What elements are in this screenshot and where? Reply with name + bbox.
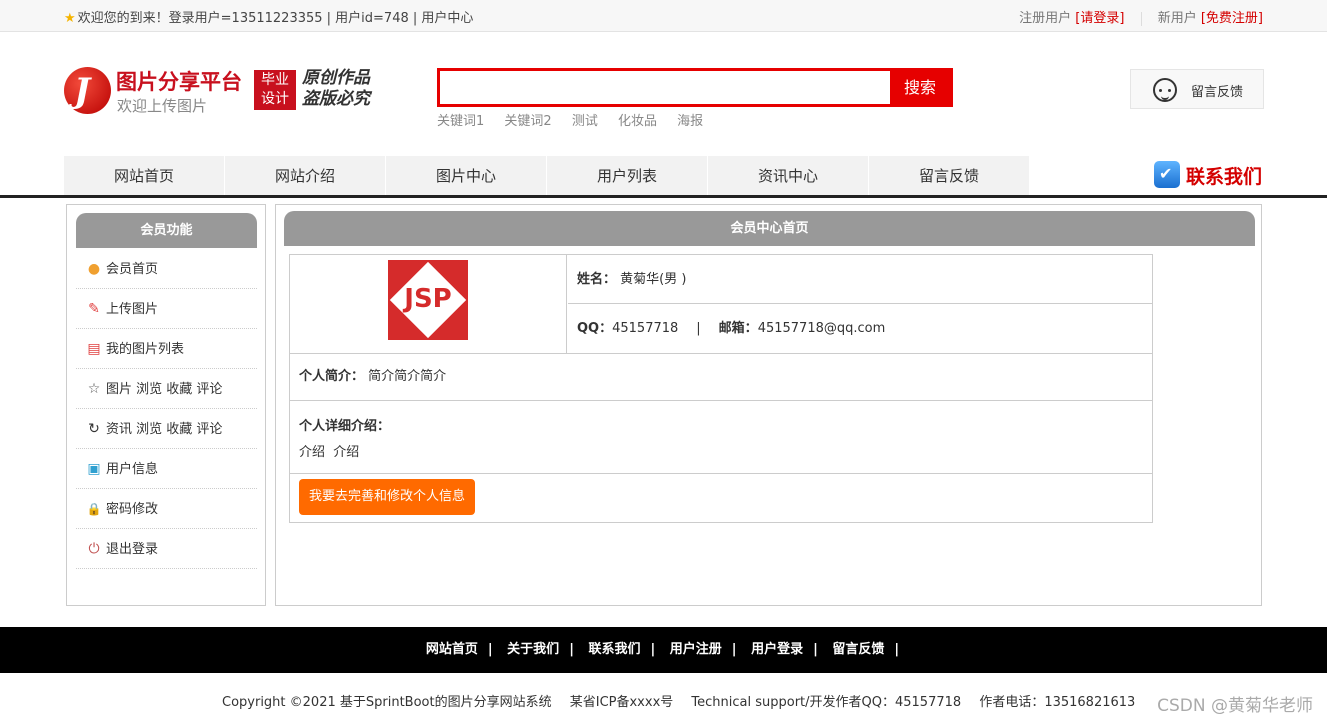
power-icon: ⏻ [88,541,100,557]
graduation-badge: 毕业 设计 [254,70,296,110]
profile-row-detail: 个人详细介绍： 介绍 介绍 [290,401,1152,474]
intro-value: 简介简介简介 [368,369,447,384]
logo-title: 图片分享平台 [116,70,242,94]
keyword-link[interactable]: 关键词2 [504,114,551,129]
nav-item-pictures[interactable]: 图片中心 [386,156,546,196]
detail-value: 介绍 介绍 [299,445,360,460]
list-icon: ▤ [87,341,101,357]
login-link[interactable]: [请登录] [1075,11,1124,26]
logo-slogan: 原创作品 盗版必究 [302,68,370,109]
email-value: 45157718@qq.com [757,321,886,336]
logo-subtitle: 欢迎上传图片 [117,97,208,115]
name-value: 黄菊华(男 ) [620,272,687,287]
sidebar-item-news-activity[interactable]: ↻ 资讯 浏览 收藏 评论 [76,409,257,449]
footer-link-register[interactable]: 用户注册 [670,642,722,657]
sidebar-item-logout[interactable]: ⏻ 退出登录 [76,529,257,569]
avatar-text: JSP [404,284,452,314]
nav-item-users[interactable]: 用户列表 [547,156,707,196]
avatar: JSP [388,260,468,340]
footer-link-home[interactable]: 网站首页 [426,642,478,657]
copyright-text: Copyright ©2021 基于SprintBoot的图片分享网站系统 某省… [222,695,1136,710]
search-box: 搜索 [437,68,953,107]
nav-item-about[interactable]: 网站介绍 [225,156,385,196]
nav-item-news[interactable]: 资讯中心 [708,156,868,196]
star-icon: ☆ [87,381,101,397]
sidebar-item-user-info[interactable]: ▣ 用户信息 [76,449,257,489]
watermark: CSDN @黄菊华老师 [1157,696,1313,716]
profile-row-basic: JSP 姓名： 黄菊华(男 ) QQ：45157718 | 邮箱：45157718@… [290,255,1153,354]
profile-row-actions: 我要去完善和修改个人信息 [290,474,1152,522]
sidebar-item-upload[interactable]: ✎ 上传图片 [76,289,257,329]
contact-us-label: 联系我们 [1186,166,1263,188]
customer-service-icon [1153,78,1177,102]
register-link[interactable]: [免费注册] [1201,11,1263,26]
edit-profile-button[interactable]: 我要去完善和修改个人信息 [299,479,476,515]
qq-value: 45157718 [612,321,679,336]
keyword-link[interactable]: 海报 [677,114,703,129]
logo-icon[interactable]: J [64,67,111,114]
sidebar-item-my-pictures[interactable]: ▤ 我的图片列表 [76,329,257,369]
welcome-text: ★ 欢迎您的到来！登录用户=13511223355 | 用户id=748 | 用户… [64,11,474,26]
sidebar-item-password[interactable]: 🔒 密码修改 [76,489,257,529]
hot-keywords: 关键词1 关键词2 测试 化妆品 海报 [437,110,719,129]
search-button[interactable]: 搜索 [890,71,950,104]
history-icon: ↻ [88,421,100,437]
panel-title: 会员中心首页 [284,211,1255,246]
footer-link-feedback[interactable]: 留言反馈 [832,642,884,657]
divider [1140,11,1142,26]
check-icon [1154,161,1180,188]
footer-link-login[interactable]: 用户登录 [751,642,803,657]
contact-field: QQ：45157718 | 邮箱：45157718@qq.com [577,321,886,336]
feedback-label: 留言反馈 [1191,85,1244,100]
profile-row-intro: 个人简介： 简介简介简介 [290,354,1152,401]
nav-divider [0,195,1327,198]
sidebar-menu: ● 会员首页 ✎ 上传图片 ▤ 我的图片列表 ☆ 图片 浏览 收藏 评论 ↻ 资讯 浏览 … [76,249,257,569]
feedback-button[interactable]: 留言反馈 [1130,69,1264,109]
member-center-panel: 会员中心首页 JSP 姓名： 黄菊华(男 ) QQ：45157718 | 邮箱：45… [275,204,1262,606]
lock-icon: 🔒 [86,502,102,516]
star-icon: ★ [64,11,76,26]
member-sidebar: 会员功能 ● 会员首页 ✎ 上传图片 ▤ 我的图片列表 ☆ 图片 浏览 收藏 评论 ↻ 资… [66,204,266,606]
sidebar-item-member-home[interactable]: ● 会员首页 [76,249,257,289]
profile-table: JSP 姓名： 黄菊华(男 ) QQ：45157718 | 邮箱：45157718@… [289,254,1153,523]
sidebar-item-picture-activity[interactable]: ☆ 图片 浏览 收藏 评论 [76,369,257,409]
home-icon: ● [87,261,101,277]
footer-link-about[interactable]: 关于我们 [507,642,559,657]
keyword-link[interactable]: 化妆品 [618,114,657,129]
nav-item-home[interactable]: 网站首页 [64,156,224,196]
top-bar-account: 注册用户 [请登录] 新用户 [免费注册] [1019,7,1263,26]
keyword-link[interactable]: 关键词1 [437,114,484,129]
name-field: 姓名： 黄菊华(男 ) [568,255,1153,304]
edit-icon: ✎ [88,301,100,317]
new-user-label: 新用户 [1157,11,1197,26]
logo-letter: J [74,71,91,111]
footer-link-contact[interactable]: 联系我们 [588,642,640,657]
avatar-cell: JSP [290,255,567,353]
registered-user-label: 注册用户 [1019,11,1072,26]
keyword-link[interactable]: 测试 [572,114,598,129]
main-nav: 网站首页 网站介绍 图片中心 用户列表 资讯中心 留言反馈 [64,156,1030,196]
nav-item-feedback[interactable]: 留言反馈 [869,156,1029,196]
clipboard-icon: ▣ [87,461,101,477]
footer-nav: 网站首页 | 关于我们 | 联系我们 | 用户注册 | 用户登录 | 留言反馈 | [0,627,1327,673]
sidebar-title: 会员功能 [76,213,257,248]
search-input[interactable] [440,71,892,104]
top-bar: ★ 欢迎您的到来！登录用户=13511223355 | 用户id=748 | 用户… [0,0,1327,32]
